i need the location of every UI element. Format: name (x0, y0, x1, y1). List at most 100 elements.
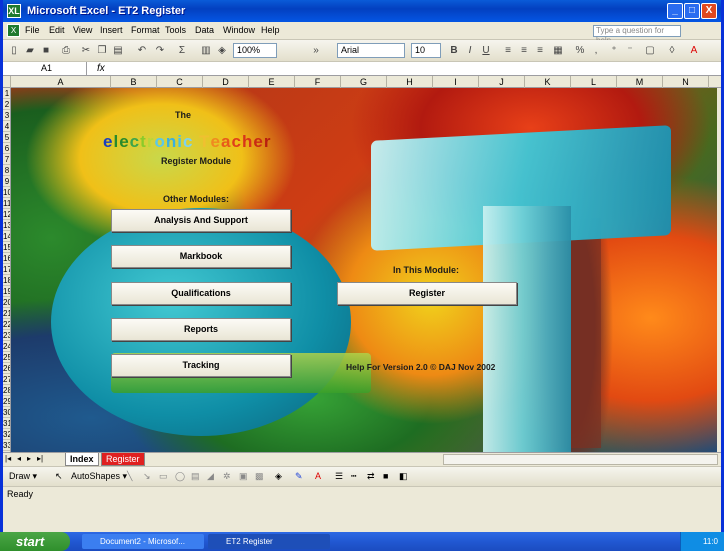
column-header[interactable]: B (111, 76, 157, 88)
minimize-button[interactable]: _ (667, 3, 683, 19)
tracking-button[interactable]: Tracking (111, 354, 291, 377)
print-icon[interactable]: ⎙ (59, 44, 73, 58)
qualifications-button[interactable]: Qualifications (111, 282, 291, 305)
line-icon[interactable]: ╲ (127, 471, 132, 482)
column-header[interactable]: H (387, 76, 433, 88)
align-center-icon[interactable]: ≡ (517, 44, 531, 58)
autoshapes-menu[interactable]: AutoShapes ▾ (71, 471, 127, 482)
decrease-decimal-icon[interactable]: ⁻ (623, 44, 637, 58)
name-box[interactable]: A1 (3, 62, 87, 76)
select-objects-icon[interactable]: ↖ (55, 471, 63, 482)
tab-index[interactable]: Index (65, 453, 99, 466)
row-header[interactable]: 25 (3, 352, 10, 363)
column-header[interactable]: C (157, 76, 203, 88)
paste-icon[interactable]: ▤ (111, 44, 125, 58)
merge-icon[interactable]: ▦ (551, 44, 565, 58)
row-header[interactable]: 2 (3, 99, 10, 110)
row-header[interactable]: 28 (3, 385, 10, 396)
menu-insert[interactable]: Insert (100, 25, 123, 35)
row-header[interactable]: 31 (3, 418, 10, 429)
column-header[interactable]: A (11, 76, 111, 88)
register-button[interactable]: Register (337, 282, 517, 305)
font-select[interactable]: Arial (337, 43, 405, 58)
row-header[interactable]: 20 (3, 297, 10, 308)
clipart-icon[interactable]: ▣ (239, 471, 248, 482)
draw-font-color-icon[interactable]: A (315, 471, 321, 481)
percent-icon[interactable]: % (573, 44, 587, 58)
row-header[interactable]: 21 (3, 308, 10, 319)
row-header[interactable]: 19 (3, 286, 10, 297)
new-icon[interactable]: ▯ (7, 44, 21, 58)
taskbar-document2[interactable]: Document2 - Microsof... (82, 534, 204, 549)
row-header[interactable]: 16 (3, 253, 10, 264)
start-button[interactable]: start (0, 532, 70, 551)
markbook-button[interactable]: Markbook (111, 245, 291, 268)
menu-data[interactable]: Data (195, 25, 214, 35)
column-header[interactable]: E (249, 76, 295, 88)
column-header[interactable]: I (433, 76, 479, 88)
underline-icon[interactable]: U (479, 44, 493, 58)
shadow-icon[interactable]: ■ (383, 471, 388, 481)
menu-view[interactable]: View (73, 25, 92, 35)
align-left-icon[interactable]: ≡ (501, 44, 515, 58)
diagram-icon[interactable]: ✲ (223, 471, 231, 482)
select-all-corner[interactable] (3, 76, 11, 88)
menu-file[interactable]: File (25, 25, 40, 35)
arrow-icon[interactable]: ↘ (143, 471, 151, 482)
menu-window[interactable]: Window (223, 25, 255, 35)
row-header[interactable]: 17 (3, 264, 10, 275)
column-header[interactable]: M (617, 76, 663, 88)
arrow-style-icon[interactable]: ⇄ (367, 471, 375, 482)
row-header[interactable]: 10 (3, 187, 10, 198)
title-bar[interactable]: XL Microsoft Excel - ET2 Register _ □ X (3, 0, 721, 22)
help-version-note[interactable]: Help For Version 2.0 © DAJ Nov 2002 (346, 362, 495, 372)
increase-decimal-icon[interactable]: ⁺ (607, 44, 621, 58)
chart-wizard-icon[interactable]: ▥ (199, 44, 213, 58)
column-header[interactable]: D (203, 76, 249, 88)
font-color-icon[interactable]: A (687, 44, 701, 58)
menu-format[interactable]: Format (131, 25, 160, 35)
row-header[interactable]: 4 (3, 121, 10, 132)
align-right-icon[interactable]: ≡ (533, 44, 547, 58)
next-sheet-icon[interactable]: ▸ (27, 454, 31, 463)
borders-icon[interactable]: ▢ (643, 44, 657, 58)
help-search-input[interactable]: Type a question for help (593, 25, 681, 45)
row-header[interactable]: 5 (3, 132, 10, 143)
row-header[interactable]: 1 (3, 88, 10, 99)
row-header[interactable]: 6 (3, 143, 10, 154)
row-header[interactable]: 23 (3, 330, 10, 341)
3d-icon[interactable]: ◧ (399, 471, 408, 482)
italic-icon[interactable]: I (463, 44, 477, 58)
picture-icon[interactable]: ▩ (255, 471, 264, 482)
row-header[interactable]: 26 (3, 363, 10, 374)
menu-edit[interactable]: Edit (49, 25, 65, 35)
redo-icon[interactable]: ↷ (153, 44, 167, 58)
row-header[interactable]: 3 (3, 110, 10, 121)
bold-icon[interactable]: B (447, 44, 461, 58)
wordart-icon[interactable]: ◢ (207, 471, 214, 482)
autosum-icon[interactable]: Σ (175, 44, 189, 58)
horizontal-scrollbar[interactable] (443, 454, 718, 465)
worksheet-area[interactable]: The electronic Teacher Register Module O… (11, 88, 717, 452)
line-color-icon[interactable]: ✎ (295, 471, 303, 482)
function-icon[interactable]: fx (97, 63, 105, 74)
column-header[interactable]: L (571, 76, 617, 88)
column-header[interactable]: F (295, 76, 341, 88)
row-header[interactable]: 32 (3, 429, 10, 440)
row-header[interactable]: 12 (3, 209, 10, 220)
row-header[interactable]: 11 (3, 198, 10, 209)
save-icon[interactable]: ■ (39, 44, 53, 58)
font-size-select[interactable]: 10 (411, 43, 441, 58)
tab-register[interactable]: Register (101, 453, 145, 466)
row-header[interactable]: 18 (3, 275, 10, 286)
undo-icon[interactable]: ↶ (135, 44, 149, 58)
rectangle-icon[interactable]: ▭ (159, 471, 168, 482)
row-header[interactable]: 27 (3, 374, 10, 385)
menu-help[interactable]: Help (261, 25, 280, 35)
column-header[interactable]: G (341, 76, 387, 88)
row-header[interactable]: 9 (3, 176, 10, 187)
maximize-button[interactable]: □ (684, 3, 700, 19)
draw-menu[interactable]: Draw ▾ (9, 471, 37, 482)
row-header[interactable]: 8 (3, 165, 10, 176)
row-header[interactable]: 14 (3, 231, 10, 242)
